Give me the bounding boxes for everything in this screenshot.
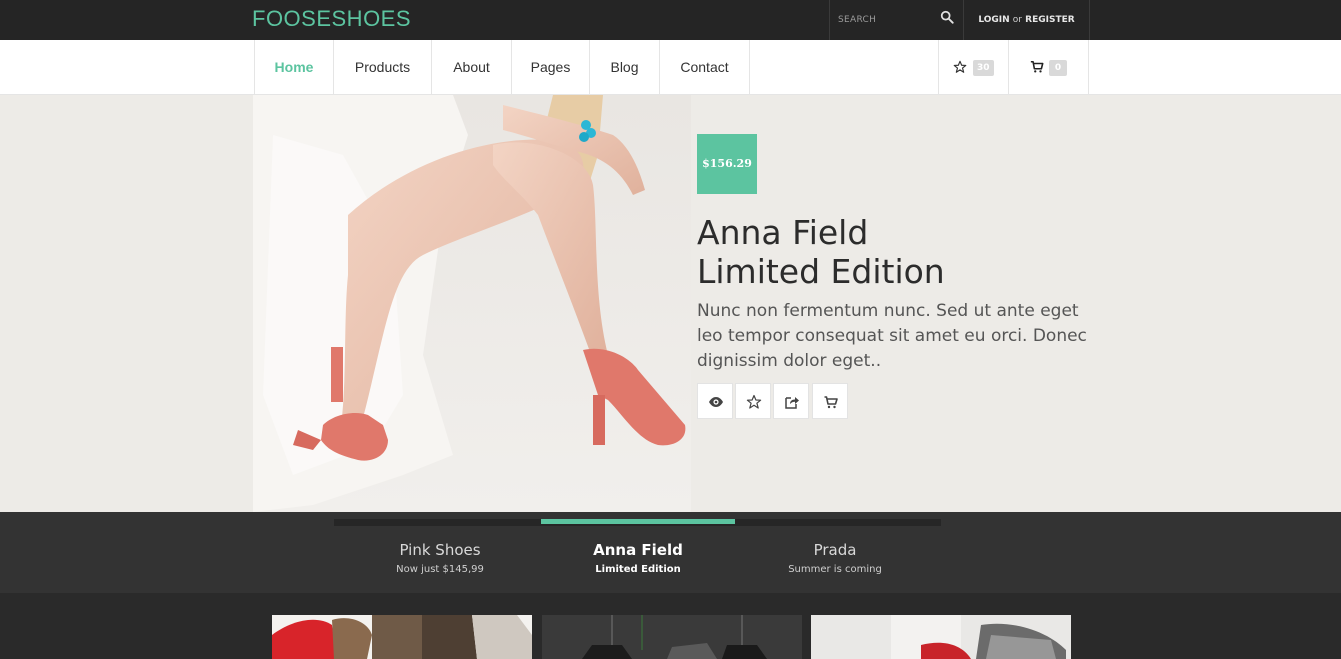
slider-tab-prada[interactable]: Prada Summer is coming (735, 540, 935, 578)
hero-product-image[interactable] (253, 95, 691, 512)
price-tag: $156.29 (697, 134, 757, 194)
wishlist-button[interactable]: 30 (938, 40, 1008, 95)
cart-icon (1030, 60, 1044, 73)
nav-item-blog[interactable]: Blog (590, 40, 660, 95)
product-thumb-image[interactable] (272, 615, 532, 659)
search-box (829, 0, 964, 40)
login-register: LOGIN or REGISTER (964, 0, 1090, 40)
hero-title-line2: Limited Edition (697, 252, 945, 291)
product-thumb-image[interactable] (811, 615, 1071, 659)
slider-progress-active (541, 519, 735, 524)
star-icon (953, 60, 967, 73)
slider-tab-subtitle: Limited Edition (595, 564, 681, 575)
nav-item-contact[interactable]: Contact (660, 40, 750, 95)
nav-item-products[interactable]: Products (334, 40, 432, 95)
product-thumb-image[interactable] (542, 615, 802, 659)
hero-slider: $156.29 Anna Field Limited Edition Nunc … (0, 95, 1341, 512)
top-bar: FOOSESHOES LOGIN or REGISTER (0, 0, 1341, 40)
hero-title-line1: Anna Field (697, 213, 869, 252)
cart-icon (824, 396, 838, 409)
login-or-text: or (1012, 15, 1023, 25)
search-input[interactable] (838, 10, 938, 30)
wishlist-count-badge: 30 (973, 60, 994, 76)
login-link[interactable]: LOGIN (978, 15, 1009, 25)
search-icon[interactable] (940, 10, 954, 24)
slider-tab-title: Anna Field (593, 541, 683, 559)
main-nav: Home Products About Pages Blog Contact 3… (0, 40, 1341, 95)
product-grid (0, 593, 1341, 659)
nav-item-pages[interactable]: Pages (512, 40, 590, 95)
slider-tab-title: Prada (813, 541, 857, 559)
share-icon (785, 397, 799, 409)
star-icon (746, 394, 762, 409)
eye-icon (709, 397, 723, 407)
slider-tabs: Pink Shoes Now just $145,99 Anna Field L… (0, 512, 1341, 593)
add-to-cart-button[interactable] (812, 383, 848, 419)
register-link[interactable]: REGISTER (1025, 15, 1075, 25)
nav-item-about[interactable]: About (432, 40, 512, 95)
quick-view-button[interactable] (697, 383, 733, 419)
slider-tab-anna-field[interactable]: Anna Field Limited Edition (538, 540, 738, 578)
slider-tab-title: Pink Shoes (399, 541, 481, 559)
slider-tab-subtitle: Summer is coming (788, 564, 882, 575)
site-logo[interactable]: FOOSESHOES (252, 6, 411, 32)
slider-tab-pink-shoes[interactable]: Pink Shoes Now just $145,99 (340, 540, 540, 578)
hero-description: Nunc non fermentum nunc. Sed ut ante ege… (697, 301, 1087, 371)
cart-button[interactable]: 0 (1008, 40, 1089, 95)
cart-count-badge: 0 (1049, 60, 1067, 76)
hero-title: Anna Field Limited Edition (697, 213, 1097, 291)
share-button[interactable] (773, 383, 809, 419)
add-to-wishlist-button[interactable] (735, 383, 771, 419)
slider-tab-subtitle: Now just $145,99 (396, 564, 484, 575)
nav-item-home[interactable]: Home (254, 40, 334, 95)
